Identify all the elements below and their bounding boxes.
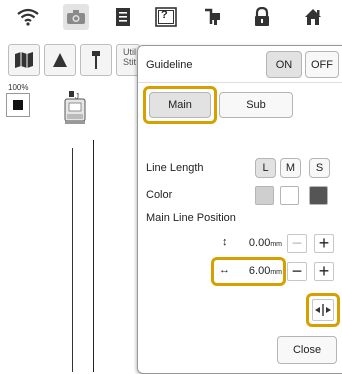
color-swatch-gray[interactable] (255, 186, 274, 205)
main-tab-highlight (143, 86, 217, 124)
color-swatch-dark[interactable] (309, 186, 328, 205)
line-length-s-button[interactable]: S (309, 158, 330, 178)
close-button[interactable]: Close (277, 336, 337, 364)
horizontal-value-highlight (211, 257, 286, 286)
vertical-arrow-icon: ↕ (222, 236, 228, 248)
presser-foot-button[interactable] (44, 44, 76, 76)
tab-sub[interactable]: Sub (219, 92, 293, 118)
line-length-l-button[interactable]: L (255, 158, 276, 178)
needle-button[interactable] (80, 44, 112, 76)
guideline-off-button[interactable]: OFF (305, 51, 339, 78)
vertical-position-value: 0.00mm (248, 237, 282, 249)
main-line-position-label: Main Line Position (146, 212, 236, 224)
zoom-label: 100% (8, 83, 29, 92)
camera-icon[interactable] (63, 4, 89, 30)
sub-guideline (72, 148, 73, 372)
center-line-highlight (306, 293, 340, 327)
line-length-label: Line Length (146, 162, 204, 174)
top-bar: ? (0, 0, 342, 34)
guideline-on-button[interactable]: ON (266, 51, 302, 78)
left-tool-area: Util Stit 100% J (0, 34, 140, 372)
lock-icon[interactable] (249, 4, 275, 30)
thread-icon[interactable] (199, 4, 225, 30)
wifi-icon[interactable] (15, 4, 41, 30)
help-icon[interactable]: ? (153, 4, 179, 30)
divider (138, 82, 342, 83)
document-icon[interactable] (110, 4, 136, 30)
main-guideline (93, 140, 94, 372)
guideline-title: Guideline (146, 59, 193, 71)
guideline-panel: Guideline ON OFF Main Sub Line Length L … (137, 45, 342, 374)
map-view-button[interactable] (8, 44, 40, 76)
vertical-plus-button[interactable]: + (314, 233, 334, 253)
vertical-minus-button[interactable]: − (287, 233, 307, 253)
horizontal-minus-button[interactable]: − (287, 261, 307, 281)
line-length-m-button[interactable]: M (280, 158, 301, 178)
home-icon[interactable] (300, 4, 326, 30)
color-swatch-white[interactable] (280, 186, 299, 205)
presser-foot-icon: J (60, 91, 90, 130)
help-label: ? (161, 9, 168, 21)
thread-color-box[interactable] (6, 93, 30, 117)
horizontal-plus-button[interactable]: + (314, 261, 334, 281)
color-label: Color (146, 189, 173, 201)
utility-stitch-label: Util Stit (123, 47, 137, 67)
